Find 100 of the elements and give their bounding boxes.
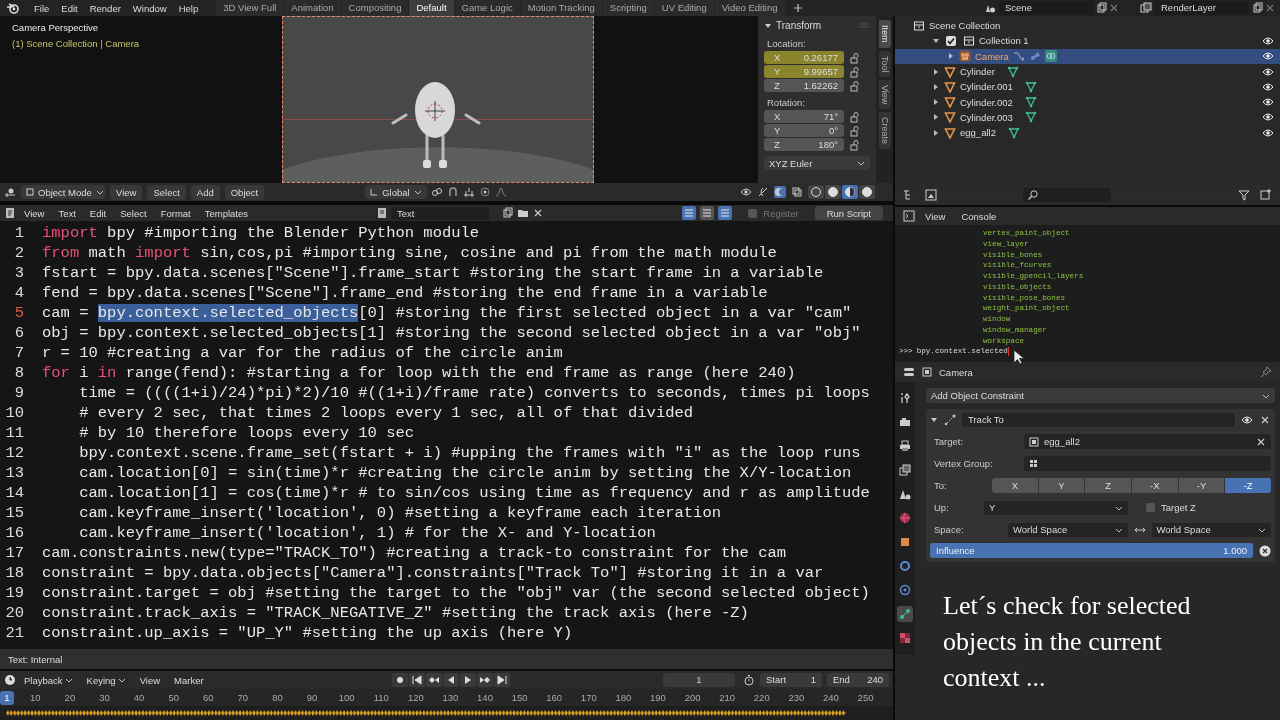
up-axis-dropdown[interactable]: Y [984, 500, 1128, 515]
menu-item[interactable]: Render [83, 2, 127, 14]
current-frame-field[interactable]: 1 [663, 673, 735, 687]
rotation-field[interactable]: Y 0° [764, 124, 844, 137]
target-z-checkbox[interactable] [1146, 503, 1155, 512]
rotation-field[interactable]: Z 180° [764, 138, 844, 151]
camera-data-icon[interactable] [1028, 50, 1041, 63]
eye-icon[interactable] [1241, 413, 1253, 426]
mesh-data-icon[interactable] [1006, 65, 1019, 78]
menu-item[interactable]: Edit [55, 2, 84, 14]
eye-icon[interactable] [1262, 65, 1274, 78]
owner-space-dropdown[interactable]: World Space [1008, 522, 1128, 537]
jump-end-button[interactable] [493, 673, 510, 687]
clock-icon[interactable] [4, 674, 16, 686]
add-constraint-dropdown[interactable]: Add Object Constraint [926, 388, 1275, 403]
mesh-data-icon[interactable] [1024, 96, 1037, 109]
caret-icon[interactable] [930, 415, 938, 424]
outliner-item[interactable]: Scene Collection [929, 20, 1001, 32]
mode-dropdown[interactable]: Object Mode [21, 185, 105, 199]
menu-item[interactable]: Object [224, 184, 265, 200]
proportional-icon[interactable] [479, 186, 492, 198]
workspace-tab[interactable]: Game Logic [454, 0, 520, 16]
images-icon[interactable] [1140, 2, 1152, 14]
expand-arrow-icon[interactable] [932, 82, 940, 91]
lock-icon[interactable] [849, 124, 861, 137]
outliner-item-name[interactable]: Cylinder [960, 66, 995, 78]
workspace-tab[interactable]: Scripting [602, 0, 654, 16]
shading-mode-button[interactable] [825, 185, 841, 199]
target-space-dropdown[interactable]: World Space [1151, 522, 1271, 537]
pin-icon[interactable] [1260, 366, 1272, 378]
outliner-row[interactable]: Cylinder.001 [895, 79, 1280, 95]
menu-item[interactable]: File [28, 2, 56, 14]
workspace-tab[interactable]: Video Editing [714, 0, 785, 16]
scene-field[interactable]: Scene [999, 1, 1093, 15]
menu-item[interactable]: Window [126, 2, 173, 14]
influence-slider[interactable]: Influence 1.000 [930, 543, 1253, 558]
3d-viewport[interactable]: Camera Perspective (1) Scene Collection | Camera Transform Location: X 0.26177 Y 9.99657 Z 1.62262 Rotation: X 71° Y 0° Z 180° XYZ Euler Item Tool View Create Object Mode View Select Add Object Global [0, 16, 893, 201]
eye-icon[interactable] [1262, 111, 1274, 124]
shading-mode-button[interactable] [842, 185, 858, 199]
axis-button[interactable]: Z [1085, 478, 1131, 493]
lock-icon[interactable] [849, 65, 861, 78]
caret-icon[interactable] [764, 21, 772, 30]
eye-icon[interactable] [1262, 80, 1274, 93]
lock-icon[interactable] [849, 79, 861, 92]
menu-item[interactable]: Text [52, 207, 82, 219]
terminal-icon[interactable] [903, 210, 915, 222]
editor-type-icon[interactable] [4, 186, 16, 198]
view-toggle-button[interactable] [700, 206, 715, 220]
magnet-icon[interactable] [447, 186, 460, 198]
view-toggle-button[interactable] [682, 206, 697, 220]
menu-item[interactable]: Marker [168, 674, 210, 686]
workspace-tab[interactable]: Compositing [341, 0, 409, 16]
rotation-field[interactable]: X 71° [764, 110, 844, 123]
mesh-data-icon[interactable] [1024, 80, 1037, 93]
constraint-icon[interactable] [1012, 50, 1025, 63]
gizmo-icon[interactable] [757, 186, 769, 198]
axis-button[interactable]: -Z [1225, 478, 1272, 493]
text-name-field[interactable]: Text [391, 206, 490, 220]
new-collection-icon[interactable] [1260, 189, 1272, 201]
outliner-item-name[interactable]: Camera [975, 50, 1009, 62]
menu-item[interactable]: Edit [83, 207, 113, 219]
play-reverse-button[interactable] [442, 673, 459, 687]
sidebar-tab[interactable]: Tool [878, 50, 891, 78]
eye-icon[interactable] [1262, 126, 1274, 139]
outliner-row[interactable]: Cylinder.003 [895, 109, 1280, 126]
menu-item[interactable]: Select [147, 184, 186, 200]
run-script-button[interactable]: Run Script [814, 206, 883, 220]
menu-item[interactable]: Keying [80, 674, 132, 686]
axis-button[interactable]: -X [1132, 478, 1178, 493]
workspace-tab[interactable]: Motion Tracking [520, 0, 602, 16]
properties-tab[interactable] [897, 582, 913, 598]
filter-icon[interactable] [1238, 189, 1250, 201]
menu-item[interactable]: Templates [198, 207, 255, 219]
outliner-item-name[interactable]: egg_all2 [960, 127, 996, 139]
expand-arrow-icon[interactable] [932, 98, 940, 107]
workspace-tab[interactable]: Animation [284, 0, 341, 16]
add-icon[interactable] [791, 2, 804, 14]
lock-icon[interactable] [849, 51, 861, 64]
outliner-item-name[interactable]: Cylinder.001 [960, 81, 1013, 93]
mesh-data-icon[interactable] [1024, 111, 1037, 124]
sidebar-tab[interactable]: View [878, 80, 891, 110]
sidebar-tab[interactable]: Item [878, 20, 891, 48]
lock-icon[interactable] [849, 110, 861, 123]
grip-icon[interactable] [860, 22, 870, 29]
eye-icon[interactable] [1262, 96, 1274, 109]
target-field[interactable]: egg_all2 [1024, 434, 1271, 449]
eye-icon[interactable] [1262, 50, 1274, 63]
outliner-item-name[interactable]: Cylinder.002 [960, 96, 1013, 108]
sidebar-tab[interactable]: Create [878, 112, 891, 150]
expand-arrow-icon[interactable] [932, 113, 940, 122]
link-icon[interactable] [1044, 50, 1057, 63]
blender-logo-icon[interactable] [6, 2, 20, 14]
workspace-tab[interactable]: UV Editing [654, 0, 714, 16]
view-layer-field[interactable]: RenderLayer [1155, 1, 1249, 15]
orientation-dropdown[interactable]: Global [365, 185, 428, 199]
eye-icon[interactable] [740, 186, 752, 198]
stopwatch-icon[interactable] [743, 674, 755, 686]
outliner-row[interactable]: Cylinder.002 [895, 94, 1280, 110]
outliner-row[interactable]: egg_all2 [895, 125, 1280, 141]
visibility-checkbox[interactable] [946, 35, 956, 46]
